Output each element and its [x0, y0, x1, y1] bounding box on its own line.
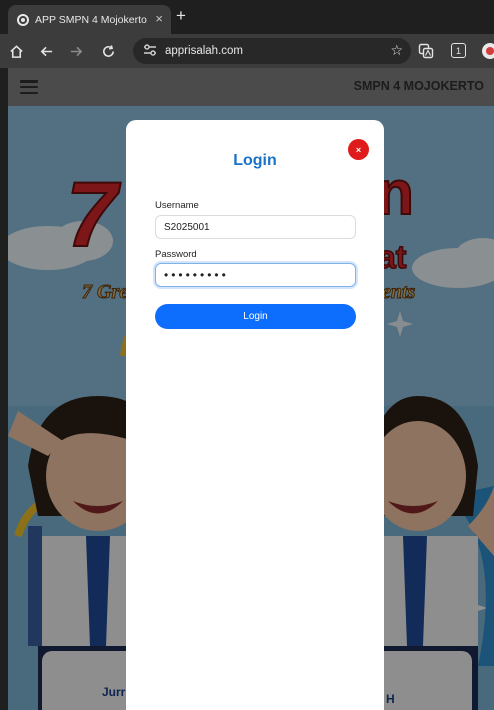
url-text: apprisalah.com [165, 45, 243, 57]
password-field[interactable] [155, 263, 356, 287]
tab-close-icon[interactable]: × [155, 11, 163, 27]
username-label: Username [155, 200, 199, 211]
address-bar[interactable]: apprisalah.com ☆ [133, 38, 411, 64]
browser-tab[interactable]: APP SMPN 4 Mojokerto × [8, 5, 171, 34]
tab-title: APP SMPN 4 Mojokerto [35, 13, 147, 26]
reload-icon[interactable] [98, 41, 118, 61]
back-icon[interactable] [36, 41, 56, 61]
home-icon[interactable] [6, 41, 26, 61]
browser-tab-bar: APP SMPN 4 Mojokerto × + [0, 0, 494, 34]
site-title: SMPN 4 MOJOKERTO [353, 79, 484, 93]
site-settings-icon[interactable] [143, 43, 159, 59]
login-modal: × Login Username Password Login [126, 120, 384, 710]
profile-avatar-icon[interactable] [482, 43, 494, 59]
site-favicon-icon [17, 13, 29, 26]
login-title: Login [233, 152, 277, 169]
login-button[interactable]: Login [155, 304, 356, 329]
browser-toolbar: apprisalah.com ☆ 1 [0, 34, 494, 68]
forward-icon[interactable] [66, 41, 86, 61]
tab-counter-button[interactable]: 1 [451, 43, 466, 58]
site-header: SMPN 4 MOJOKERTO [8, 68, 494, 106]
new-tab-button[interactable]: + [176, 7, 186, 25]
translate-icon[interactable] [416, 41, 436, 61]
password-label: Password [155, 249, 197, 260]
hamburger-menu-icon[interactable] [20, 80, 38, 94]
bookmark-star-icon[interactable]: ☆ [390, 42, 403, 59]
username-field[interactable] [155, 215, 356, 239]
web-page: SMPN 4 MOJOKERTO 7 n at 7 Gre ents Jurr … [8, 68, 494, 710]
